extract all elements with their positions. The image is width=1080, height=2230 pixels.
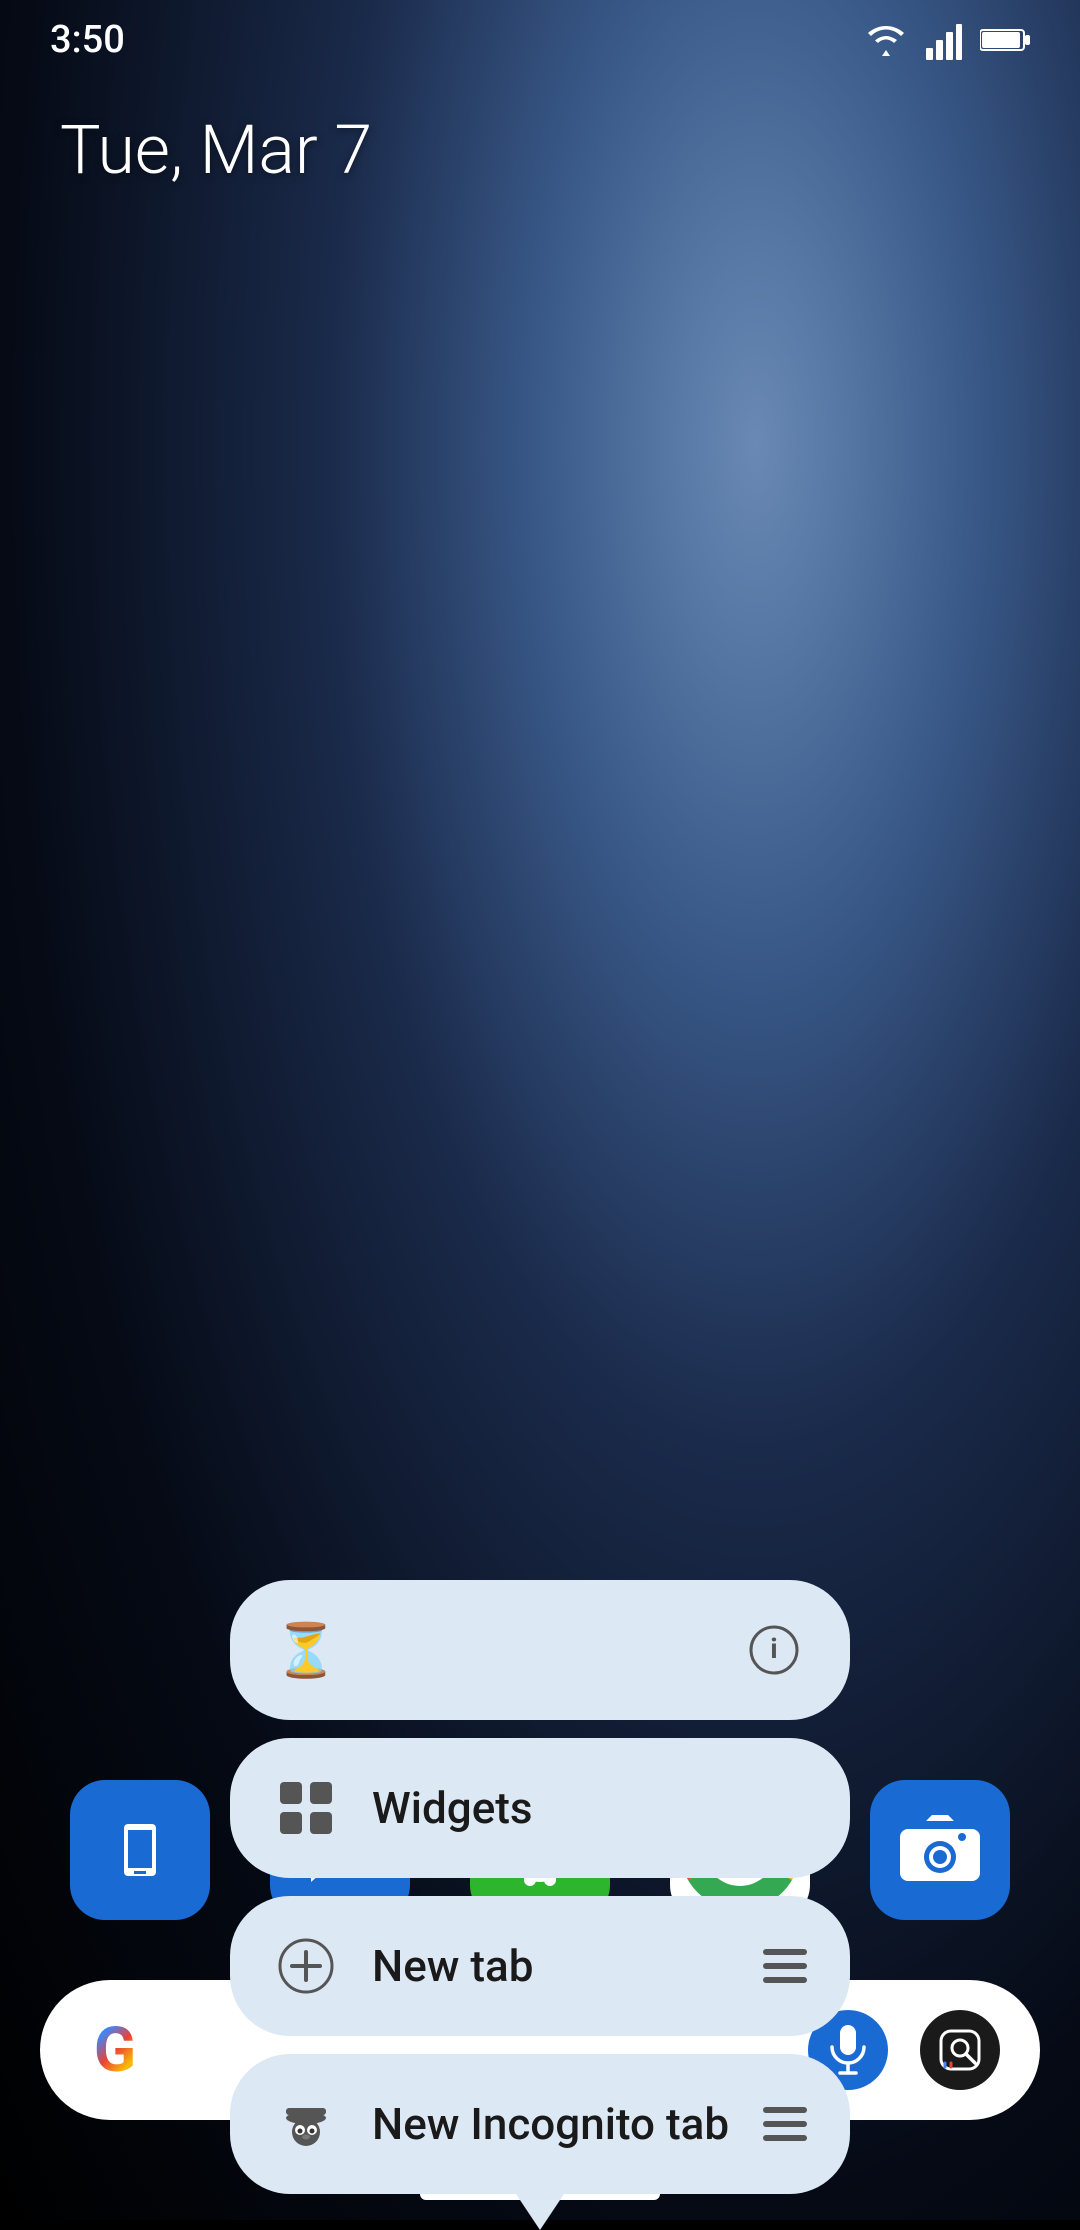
date-label: Tue, Mar 7 bbox=[60, 110, 372, 190]
menu-item-new-tab[interactable]: New tab bbox=[230, 1896, 850, 2036]
wifi-icon bbox=[864, 22, 908, 58]
status-icons bbox=[864, 20, 1030, 60]
svg-text:i: i bbox=[770, 1632, 777, 1665]
new-incognito-tab-label: New Incognito tab bbox=[372, 2098, 760, 2150]
status-bar: 3:50 bbox=[0, 0, 1080, 80]
new-tab-drag-handle bbox=[760, 1949, 810, 1983]
widgets-icon bbox=[270, 1772, 342, 1844]
new-tab-icon bbox=[270, 1930, 342, 2002]
menu-item-new-incognito-tab[interactable]: New Incognito tab bbox=[230, 2054, 850, 2194]
status-time: 3:50 bbox=[50, 18, 125, 62]
dock-camera[interactable] bbox=[870, 1780, 1010, 1920]
hourglass-icon: ⏳ bbox=[270, 1614, 342, 1686]
info-icon[interactable]: i bbox=[738, 1614, 810, 1686]
incognito-tab-drag-handle bbox=[760, 2107, 810, 2141]
battery-icon bbox=[980, 26, 1030, 54]
menu-item-app-info[interactable]: ⏳ i bbox=[230, 1580, 850, 1720]
signal-icon bbox=[926, 20, 962, 60]
dock-phone[interactable] bbox=[70, 1780, 210, 1920]
widgets-label: Widgets bbox=[372, 1782, 810, 1834]
incognito-icon bbox=[270, 2088, 342, 2160]
menu-item-widgets[interactable]: Widgets bbox=[230, 1738, 850, 1878]
google-logo: G bbox=[80, 2015, 150, 2085]
context-menu: ⏳ i Widgets New tab bbox=[230, 1580, 850, 2194]
new-tab-label: New tab bbox=[372, 1940, 760, 1992]
google-lens-button[interactable] bbox=[920, 2010, 1000, 2090]
